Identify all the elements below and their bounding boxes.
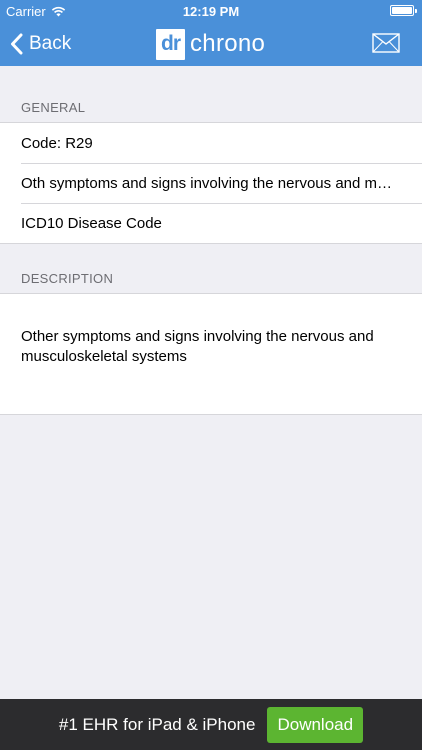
general-row-type[interactable]: ICD10 Disease Code: [0, 203, 422, 243]
description-section-header: DESCRIPTION: [21, 271, 114, 286]
general-group: Code: R29 Oth symptoms and signs involvi…: [0, 122, 422, 244]
chevron-left-icon: [11, 33, 23, 55]
ad-text: #1 EHR for iPad & iPhone: [58, 714, 256, 734]
screen: Carrier 12:19 PM Back dr chrono GENERAL …: [0, 0, 422, 750]
general-section-header: GENERAL: [21, 100, 86, 115]
mail-button[interactable]: [372, 33, 400, 53]
row-text: ICD10 Disease Code: [21, 214, 162, 232]
row-text: Oth symptoms and signs involving the ner…: [21, 174, 393, 192]
general-row-code[interactable]: Code: R29: [0, 123, 422, 163]
logo-dr-box: dr: [156, 28, 185, 60]
general-row-name[interactable]: Oth symptoms and signs involving the ner…: [0, 163, 422, 203]
download-button[interactable]: Download: [267, 706, 364, 743]
back-label: Back: [29, 33, 72, 54]
top-bar: Carrier 12:19 PM Back dr chrono: [0, 0, 422, 66]
row-text: Code: R29: [21, 134, 93, 152]
drchrono-logo: dr chrono: [156, 28, 265, 60]
battery-icon: [390, 5, 417, 16]
ad-banner[interactable]: #1 EHR for iPad & iPhone Download: [0, 699, 422, 750]
status-bar: Carrier 12:19 PM: [0, 0, 422, 22]
status-time: 12:19 PM: [182, 4, 240, 19]
mail-icon: [372, 33, 400, 53]
description-group: Other symptoms and signs involving the n…: [0, 293, 422, 415]
logo-chrono-text: chrono: [190, 30, 266, 57]
back-button[interactable]: Back: [10, 22, 71, 66]
nav-bar: Back dr chrono: [0, 22, 422, 66]
description-text: Other symptoms and signs involving the n…: [21, 328, 374, 365]
